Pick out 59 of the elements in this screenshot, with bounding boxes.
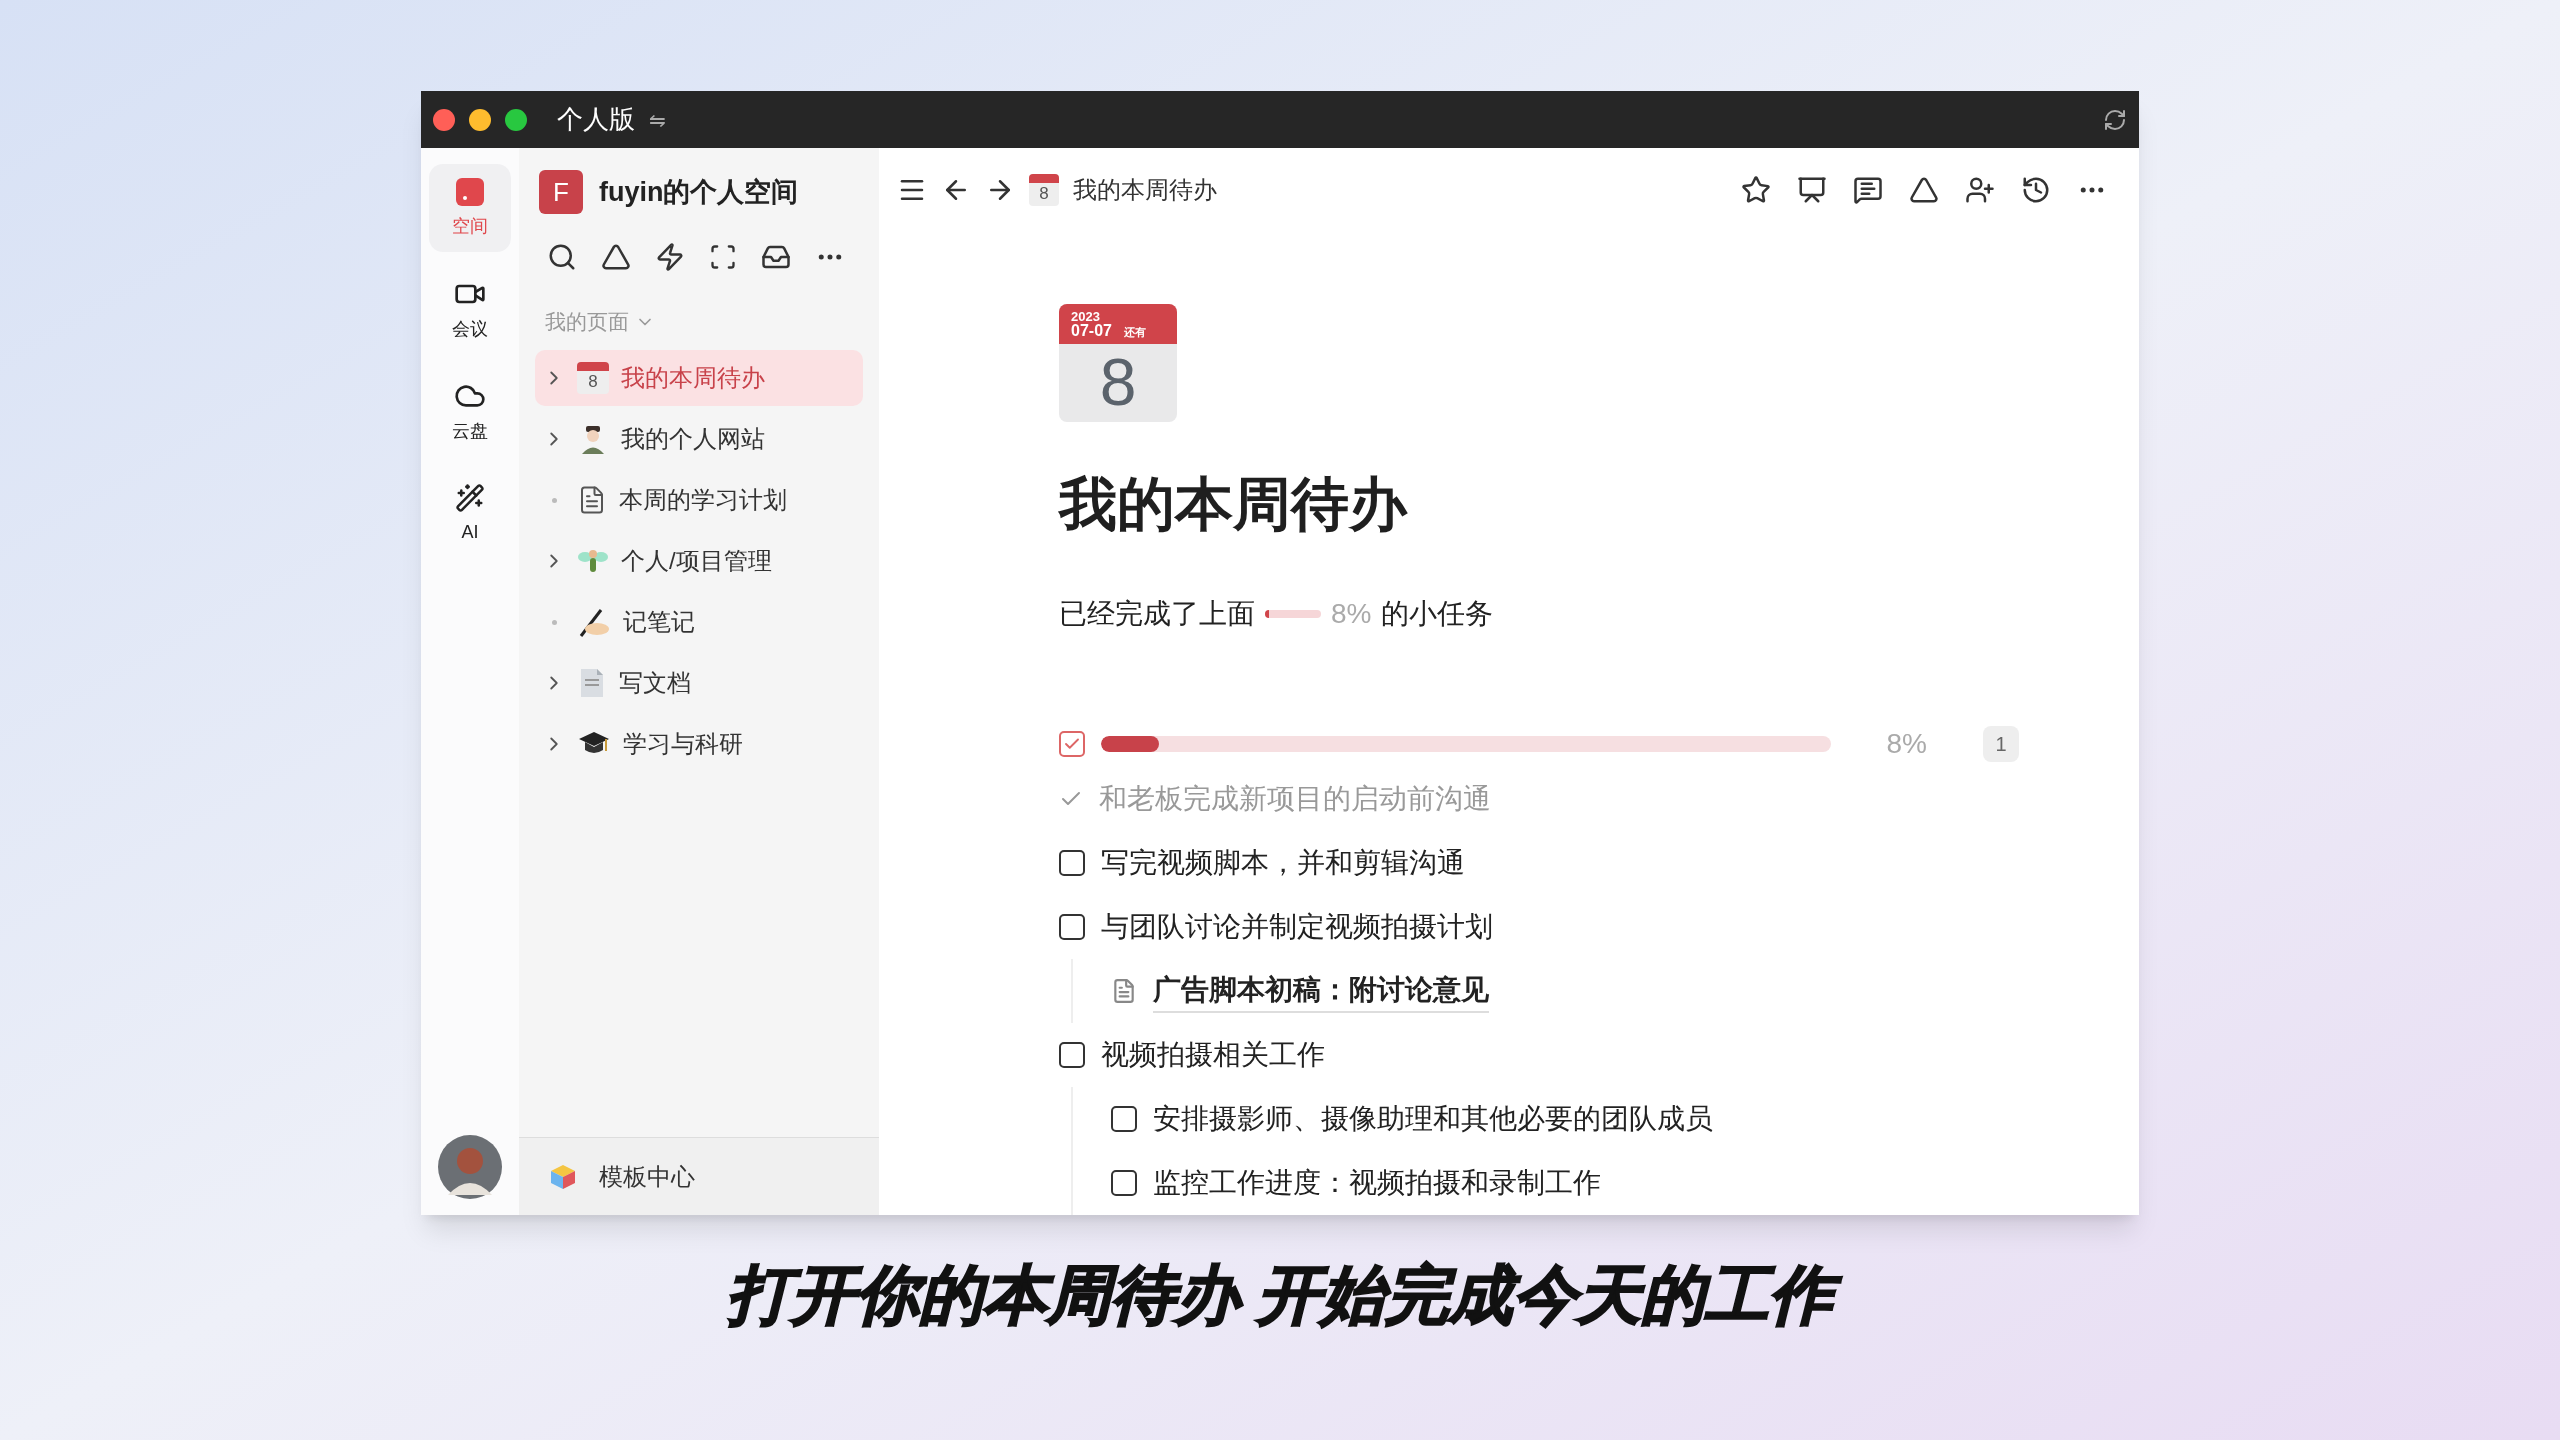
- cover-date: 07-07: [1071, 322, 1112, 339]
- rail-item[interactable]: 空间: [429, 164, 511, 252]
- summary-text: 已经完成了上面: [1059, 597, 1255, 631]
- space-name: fuyin的个人空间: [599, 175, 799, 209]
- section-label: 我的页面: [545, 309, 629, 336]
- cube-icon: [549, 1162, 577, 1191]
- writing-hand-icon: [577, 606, 611, 638]
- calendar-icon: 8: [1029, 173, 1059, 206]
- checkbox[interactable]: [1059, 850, 1085, 876]
- lightning-icon[interactable]: [655, 242, 685, 272]
- video-caption: 打开你的本周待办 开始完成今天的工作: [715, 1249, 1845, 1341]
- space-logo: F: [539, 170, 583, 214]
- task-text: 与团队讨论并制定视频拍摄计划: [1101, 910, 1493, 944]
- document-icon: [1111, 978, 1137, 1004]
- task-text: 写完视频脚本，并和剪辑沟通: [1101, 846, 1465, 880]
- cover-day: 8: [1059, 344, 1177, 420]
- page-title: 我的本周待办: [1059, 470, 1409, 538]
- page-item[interactable]: 本周的学习计划: [535, 472, 863, 528]
- task-text: 和老板完成新项目的启动前沟通: [1099, 782, 1491, 816]
- checkbox[interactable]: [1111, 1106, 1137, 1132]
- rail-item[interactable]: 会议: [429, 266, 511, 354]
- search-icon[interactable]: [547, 242, 577, 272]
- task-text: 安排摄影师、摄像助理和其他必要的团队成员: [1153, 1102, 1713, 1136]
- checkbox[interactable]: [1111, 1170, 1137, 1196]
- cover-year: 2023: [1071, 309, 1101, 323]
- page-item[interactable]: 个人/项目管理: [535, 533, 863, 589]
- document-link[interactable]: 广告脚本初稿：附讨论意见: [1153, 969, 1489, 1013]
- breadcrumb-title: 我的本周待办: [1073, 174, 1217, 205]
- graph-icon[interactable]: [601, 242, 631, 272]
- minimize-button[interactable]: [469, 108, 491, 131]
- page-item[interactable]: 8 我的本周待办: [535, 350, 863, 406]
- sync-icon[interactable]: [2103, 107, 2127, 132]
- checkbox[interactable]: [1059, 914, 1085, 940]
- checkbox[interactable]: [1059, 1042, 1085, 1068]
- percent-text: 8%: [1331, 597, 1372, 631]
- template-center-link[interactable]: 模板中心: [599, 1158, 695, 1195]
- page-item[interactable]: 写文档: [535, 655, 863, 711]
- summary-text: 的小任务: [1381, 597, 1494, 631]
- percent-text: 8%: [1885, 727, 1927, 761]
- count-badge: 1: [1983, 726, 2019, 762]
- window-title: 个人版: [557, 103, 635, 136]
- checkbox[interactable]: [1059, 731, 1085, 757]
- page-item[interactable]: 我的个人网站: [535, 411, 863, 467]
- calendar-icon: 8: [577, 362, 609, 394]
- task-text: 视频拍摄相关工作: [1101, 1038, 1325, 1072]
- avatar[interactable]: [438, 1135, 502, 1199]
- rail-item[interactable]: 云盘: [429, 368, 511, 456]
- star-icon[interactable]: [1741, 174, 1771, 205]
- magic-wand-icon: [455, 482, 485, 513]
- space-icon: [455, 176, 485, 207]
- zoom-button[interactable]: [505, 108, 527, 131]
- page-item[interactable]: 学习与科研: [535, 716, 863, 772]
- cover-note: 还有: [1123, 326, 1146, 338]
- switch-glyph[interactable]: ⇋: [649, 104, 666, 135]
- close-button[interactable]: [433, 108, 455, 131]
- frame-icon[interactable]: [709, 243, 737, 271]
- rail-item[interactable]: AI: [429, 470, 511, 558]
- task-text: 监控工作进度：视频拍摄和录制工作: [1153, 1166, 1601, 1200]
- page-item[interactable]: 记笔记: [535, 594, 863, 650]
